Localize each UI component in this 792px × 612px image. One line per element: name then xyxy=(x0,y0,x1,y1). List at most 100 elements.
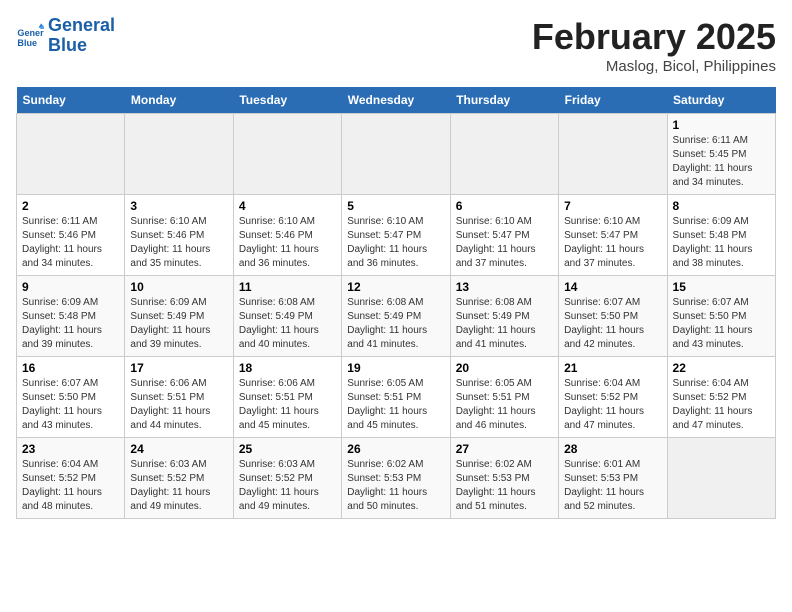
weekday-header-cell: Saturday xyxy=(667,87,775,114)
calendar-day-cell: 20Sunrise: 6:05 AM Sunset: 5:51 PM Dayli… xyxy=(450,357,558,438)
day-number: 5 xyxy=(347,199,444,213)
calendar-day-cell xyxy=(559,114,667,195)
day-number: 7 xyxy=(564,199,661,213)
calendar-week-row: 23 Sunrise: 6:04 AM Sunset: 5:52 PM Dayli… xyxy=(17,438,776,519)
calendar-day-cell: 23 Sunrise: 6:04 AM Sunset: 5:52 PM Dayli… xyxy=(17,438,125,519)
calendar-day-cell: 1Sunrise: 6:11 AM Sunset: 5:45 PM Daylig… xyxy=(667,114,775,195)
day-number: 26 xyxy=(347,442,444,456)
day-number: 17 xyxy=(130,361,227,375)
day-info: Sunrise: 6:10 AM Sunset: 5:46 PM Dayligh… xyxy=(130,215,227,271)
logo-text: General Blue xyxy=(48,16,115,56)
day-number: 2 xyxy=(22,199,119,213)
day-info: Sunrise: 6:08 AM Sunset: 5:49 PM Dayligh… xyxy=(347,296,444,352)
day-number: 8 xyxy=(673,199,770,213)
calendar-day-cell: 27 Sunrise: 6:02 AM Sunset: 5:53 PM Dayli… xyxy=(450,438,558,519)
day-number: 21 xyxy=(564,361,661,375)
day-number: 9 xyxy=(22,280,119,294)
calendar-day-cell: 18 Sunrise: 6:06 AM Sunset: 5:51 PM Dayli… xyxy=(233,357,341,438)
day-info: Sunrise: 6:10 AM Sunset: 5:47 PM Dayligh… xyxy=(347,215,444,271)
calendar-day-cell xyxy=(233,114,341,195)
calendar-day-cell: 19 Sunrise: 6:05 AM Sunset: 5:51 PM Dayli… xyxy=(342,357,450,438)
weekday-header-cell: Wednesday xyxy=(342,87,450,114)
day-number: 25 xyxy=(239,442,336,456)
day-info: Sunrise: 6:11 AM Sunset: 5:45 PM Dayligh… xyxy=(673,134,770,190)
day-info: Sunrise: 6:01 AM Sunset: 5:53 PM Dayligh… xyxy=(564,458,661,514)
day-info: Sunrise: 6:02 AM Sunset: 5:53 PM Dayligh… xyxy=(347,458,444,514)
day-number: 27 xyxy=(456,442,553,456)
day-number: 10 xyxy=(130,280,227,294)
day-info: Sunrise: 6:05 AM Sunset: 5:51 PM Dayligh… xyxy=(456,377,553,433)
calendar-day-cell xyxy=(125,114,233,195)
calendar-day-cell: 13 Sunrise: 6:08 AM Sunset: 5:49 PM Dayli… xyxy=(450,276,558,357)
day-number: 23 xyxy=(22,442,119,456)
calendar-day-cell: 21 Sunrise: 6:04 AM Sunset: 5:52 PM Dayli… xyxy=(559,357,667,438)
calendar-day-cell: 22 Sunrise: 6:04 AM Sunset: 5:52 PM Dayli… xyxy=(667,357,775,438)
calendar-week-row: 16Sunrise: 6:07 AM Sunset: 5:50 PM Dayli… xyxy=(17,357,776,438)
weekday-header-cell: Monday xyxy=(125,87,233,114)
calendar-body: 1Sunrise: 6:11 AM Sunset: 5:45 PM Daylig… xyxy=(17,114,776,519)
day-info: Sunrise: 6:09 AM Sunset: 5:48 PM Dayligh… xyxy=(673,215,770,271)
day-info: Sunrise: 6:10 AM Sunset: 5:47 PM Dayligh… xyxy=(564,215,661,271)
svg-text:General: General xyxy=(17,28,44,38)
day-info: Sunrise: 6:02 AM Sunset: 5:53 PM Dayligh… xyxy=(456,458,553,514)
calendar-day-cell: 8 Sunrise: 6:09 AM Sunset: 5:48 PM Daylig… xyxy=(667,195,775,276)
page-title: February 2025 xyxy=(532,16,776,58)
day-info: Sunrise: 6:07 AM Sunset: 5:50 PM Dayligh… xyxy=(564,296,661,352)
day-info: Sunrise: 6:06 AM Sunset: 5:51 PM Dayligh… xyxy=(239,377,336,433)
day-info: Sunrise: 6:11 AM Sunset: 5:46 PM Dayligh… xyxy=(22,215,119,271)
calendar-day-cell: 24 Sunrise: 6:03 AM Sunset: 5:52 PM Dayli… xyxy=(125,438,233,519)
day-info: Sunrise: 6:04 AM Sunset: 5:52 PM Dayligh… xyxy=(22,458,119,514)
calendar-day-cell xyxy=(342,114,450,195)
calendar-week-row: 1Sunrise: 6:11 AM Sunset: 5:45 PM Daylig… xyxy=(17,114,776,195)
calendar-week-row: 2 Sunrise: 6:11 AM Sunset: 5:46 PM Daylig… xyxy=(17,195,776,276)
calendar-day-cell: 10Sunrise: 6:09 AM Sunset: 5:49 PM Dayli… xyxy=(125,276,233,357)
title-area: February 2025 Maslog, Bicol, Philippines xyxy=(532,16,776,75)
day-number: 12 xyxy=(347,280,444,294)
day-info: Sunrise: 6:09 AM Sunset: 5:48 PM Dayligh… xyxy=(22,296,119,352)
day-info: Sunrise: 6:03 AM Sunset: 5:52 PM Dayligh… xyxy=(130,458,227,514)
logo-icon: General Blue xyxy=(16,22,44,50)
day-info: Sunrise: 6:08 AM Sunset: 5:49 PM Dayligh… xyxy=(456,296,553,352)
calendar-day-cell xyxy=(17,114,125,195)
page-header: General Blue General Blue February 2025 … xyxy=(16,16,776,75)
calendar-day-cell: 5 Sunrise: 6:10 AM Sunset: 5:47 PM Daylig… xyxy=(342,195,450,276)
day-info: Sunrise: 6:07 AM Sunset: 5:50 PM Dayligh… xyxy=(673,296,770,352)
calendar-day-cell: 6 Sunrise: 6:10 AM Sunset: 5:47 PM Daylig… xyxy=(450,195,558,276)
day-info: Sunrise: 6:05 AM Sunset: 5:51 PM Dayligh… xyxy=(347,377,444,433)
day-number: 19 xyxy=(347,361,444,375)
day-number: 13 xyxy=(456,280,553,294)
calendar-day-cell: 3 Sunrise: 6:10 AM Sunset: 5:46 PM Daylig… xyxy=(125,195,233,276)
day-info: Sunrise: 6:10 AM Sunset: 5:46 PM Dayligh… xyxy=(239,215,336,271)
calendar-day-cell: 12 Sunrise: 6:08 AM Sunset: 5:49 PM Dayli… xyxy=(342,276,450,357)
weekday-header-cell: Friday xyxy=(559,87,667,114)
calendar-day-cell: 7 Sunrise: 6:10 AM Sunset: 5:47 PM Daylig… xyxy=(559,195,667,276)
day-number: 18 xyxy=(239,361,336,375)
day-number: 11 xyxy=(239,280,336,294)
day-number: 3 xyxy=(130,199,227,213)
day-number: 22 xyxy=(673,361,770,375)
page-subtitle: Maslog, Bicol, Philippines xyxy=(532,58,776,75)
day-number: 28 xyxy=(564,442,661,456)
day-info: Sunrise: 6:06 AM Sunset: 5:51 PM Dayligh… xyxy=(130,377,227,433)
calendar-day-cell: 26 Sunrise: 6:02 AM Sunset: 5:53 PM Dayli… xyxy=(342,438,450,519)
weekday-header-row: SundayMondayTuesdayWednesdayThursdayFrid… xyxy=(17,87,776,114)
day-info: Sunrise: 6:10 AM Sunset: 5:47 PM Dayligh… xyxy=(456,215,553,271)
logo: General Blue General Blue xyxy=(16,16,115,56)
calendar-day-cell: 28 Sunrise: 6:01 AM Sunset: 5:53 PM Dayli… xyxy=(559,438,667,519)
calendar-day-cell: 25Sunrise: 6:03 AM Sunset: 5:52 PM Dayli… xyxy=(233,438,341,519)
calendar-day-cell: 2 Sunrise: 6:11 AM Sunset: 5:46 PM Daylig… xyxy=(17,195,125,276)
day-number: 24 xyxy=(130,442,227,456)
weekday-header-cell: Sunday xyxy=(17,87,125,114)
day-info: Sunrise: 6:08 AM Sunset: 5:49 PM Dayligh… xyxy=(239,296,336,352)
calendar-day-cell: 14Sunrise: 6:07 AM Sunset: 5:50 PM Dayli… xyxy=(559,276,667,357)
day-number: 6 xyxy=(456,199,553,213)
svg-text:Blue: Blue xyxy=(17,38,37,48)
calendar-day-cell xyxy=(450,114,558,195)
calendar-day-cell: 16Sunrise: 6:07 AM Sunset: 5:50 PM Dayli… xyxy=(17,357,125,438)
day-info: Sunrise: 6:07 AM Sunset: 5:50 PM Dayligh… xyxy=(22,377,119,433)
calendar-week-row: 9 Sunrise: 6:09 AM Sunset: 5:48 PM Daylig… xyxy=(17,276,776,357)
day-info: Sunrise: 6:04 AM Sunset: 5:52 PM Dayligh… xyxy=(673,377,770,433)
calendar-day-cell xyxy=(667,438,775,519)
day-info: Sunrise: 6:04 AM Sunset: 5:52 PM Dayligh… xyxy=(564,377,661,433)
calendar-day-cell: 9 Sunrise: 6:09 AM Sunset: 5:48 PM Daylig… xyxy=(17,276,125,357)
